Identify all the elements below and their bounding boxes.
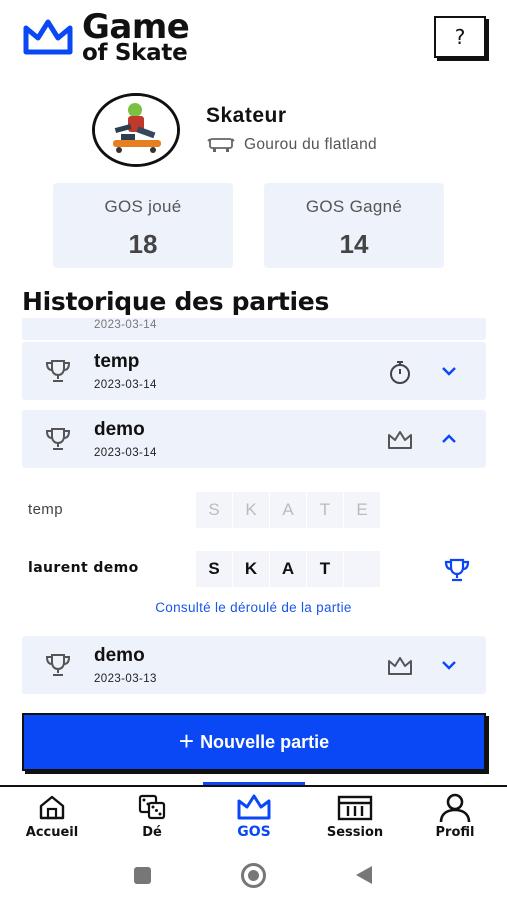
dice-icon: [138, 794, 166, 820]
game-date: 2023-03-13: [94, 673, 157, 685]
logo-line-2: of Skate: [82, 40, 188, 66]
skate-letters: S K A T: [196, 551, 380, 587]
calendar-icon: [337, 795, 373, 821]
back-icon[interactable]: [356, 866, 372, 884]
winner-trophy-icon: [444, 558, 470, 582]
skate-letter: A: [270, 551, 306, 587]
game-card[interactable]: demo 2023-03-14: [22, 410, 486, 468]
crown-icon: [237, 794, 271, 820]
player-name: laurent demo: [28, 560, 139, 576]
avatar[interactable]: [92, 93, 180, 167]
app-logo-text: Game of Skate: [82, 7, 190, 66]
skate-letter: S: [196, 492, 232, 528]
game-date: 2023-03-14: [94, 447, 157, 459]
help-button[interactable]: ?: [434, 16, 486, 58]
nav-item-profil[interactable]: Profil: [405, 787, 505, 847]
profile-title: Gourou du flatland: [206, 136, 377, 154]
game-card[interactable]: demo 2023-03-13: [22, 636, 486, 694]
crown-icon: [388, 657, 412, 675]
skate-letter: A: [270, 492, 306, 528]
game-card[interactable]: temp 2023-03-14: [22, 342, 486, 400]
stat-card-won: GOS Gagné 14: [264, 183, 444, 268]
game-card[interactable]: 2023-03-14: [22, 318, 486, 340]
history-title: Historique des parties: [22, 287, 330, 316]
skate-letters: S K A T E: [196, 492, 380, 528]
new-game-label: Nouvelle partie: [200, 731, 330, 752]
player-row: temp S K A T E: [0, 490, 507, 530]
nav-item-accueil[interactable]: Accueil: [2, 787, 102, 847]
player-row: laurent demo S K A T: [0, 549, 507, 589]
trophy-icon: [45, 428, 71, 450]
logo-line-1: Game: [82, 7, 190, 47]
skateboard-icon: [207, 138, 235, 152]
user-icon: [439, 793, 471, 823]
nav-label: GOS: [237, 824, 271, 840]
crown-icon: [388, 431, 412, 449]
plus-icon: +: [178, 725, 195, 756]
game-date: 2023-03-14: [94, 379, 157, 391]
game-replay-link[interactable]: Consulté le déroulé de la partie: [0, 600, 507, 615]
nav-label: Dé: [142, 825, 162, 840]
stat-value: 14: [339, 229, 369, 259]
game-name: temp: [94, 351, 140, 372]
player-name: temp: [28, 501, 63, 518]
skate-letter: T: [307, 551, 343, 587]
crown-logo-icon: [23, 19, 73, 55]
history-list[interactable]: 2023-03-14 temp 2023-03-14 demo 2023-03-…: [0, 318, 507, 708]
skate-letter: K: [233, 492, 269, 528]
recent-apps-icon[interactable]: [134, 867, 151, 884]
skate-letter: K: [233, 551, 269, 587]
nav-label: Profil: [435, 825, 475, 840]
game-name: demo: [94, 645, 145, 666]
nav-item-session[interactable]: Session: [305, 787, 405, 847]
timer-icon: [390, 361, 410, 384]
skate-letter: S: [196, 551, 232, 587]
new-game-button[interactable]: + Nouvelle partie: [22, 713, 486, 771]
nav-item-gos[interactable]: GOS: [204, 787, 304, 847]
app-header: Game of Skate ?: [0, 0, 507, 80]
game-date: 2023-03-14: [94, 319, 157, 331]
chevron-up-icon[interactable]: [440, 430, 458, 448]
nav-label: Session: [326, 825, 384, 840]
profile-title-text: Gourou du flatland: [244, 136, 377, 153]
system-navigation-bar: [0, 850, 507, 900]
skate-letter: T: [307, 492, 343, 528]
chevron-down-icon[interactable]: [440, 656, 458, 674]
bottom-navigation: Accueil Dé GOS Session Profil: [0, 787, 507, 847]
trophy-icon: [45, 654, 71, 676]
skate-letter: E: [344, 492, 380, 528]
profile-name: Skateur: [206, 104, 287, 127]
skate-letter: [344, 551, 380, 587]
home-button-icon[interactable]: [241, 863, 266, 888]
home-icon: [39, 795, 65, 820]
stat-label: GOS Gagné: [305, 197, 403, 216]
stat-value: 18: [128, 229, 158, 259]
chevron-down-icon[interactable]: [440, 362, 458, 380]
game-name: demo: [94, 419, 145, 440]
nav-item-de[interactable]: Dé: [102, 787, 202, 847]
stat-label: GOS joué: [104, 197, 182, 216]
stat-card-played: GOS joué 18: [53, 183, 233, 268]
trophy-icon: [45, 360, 71, 382]
nav-label: Accueil: [25, 825, 79, 840]
skater-avatar-icon: [95, 96, 177, 164]
